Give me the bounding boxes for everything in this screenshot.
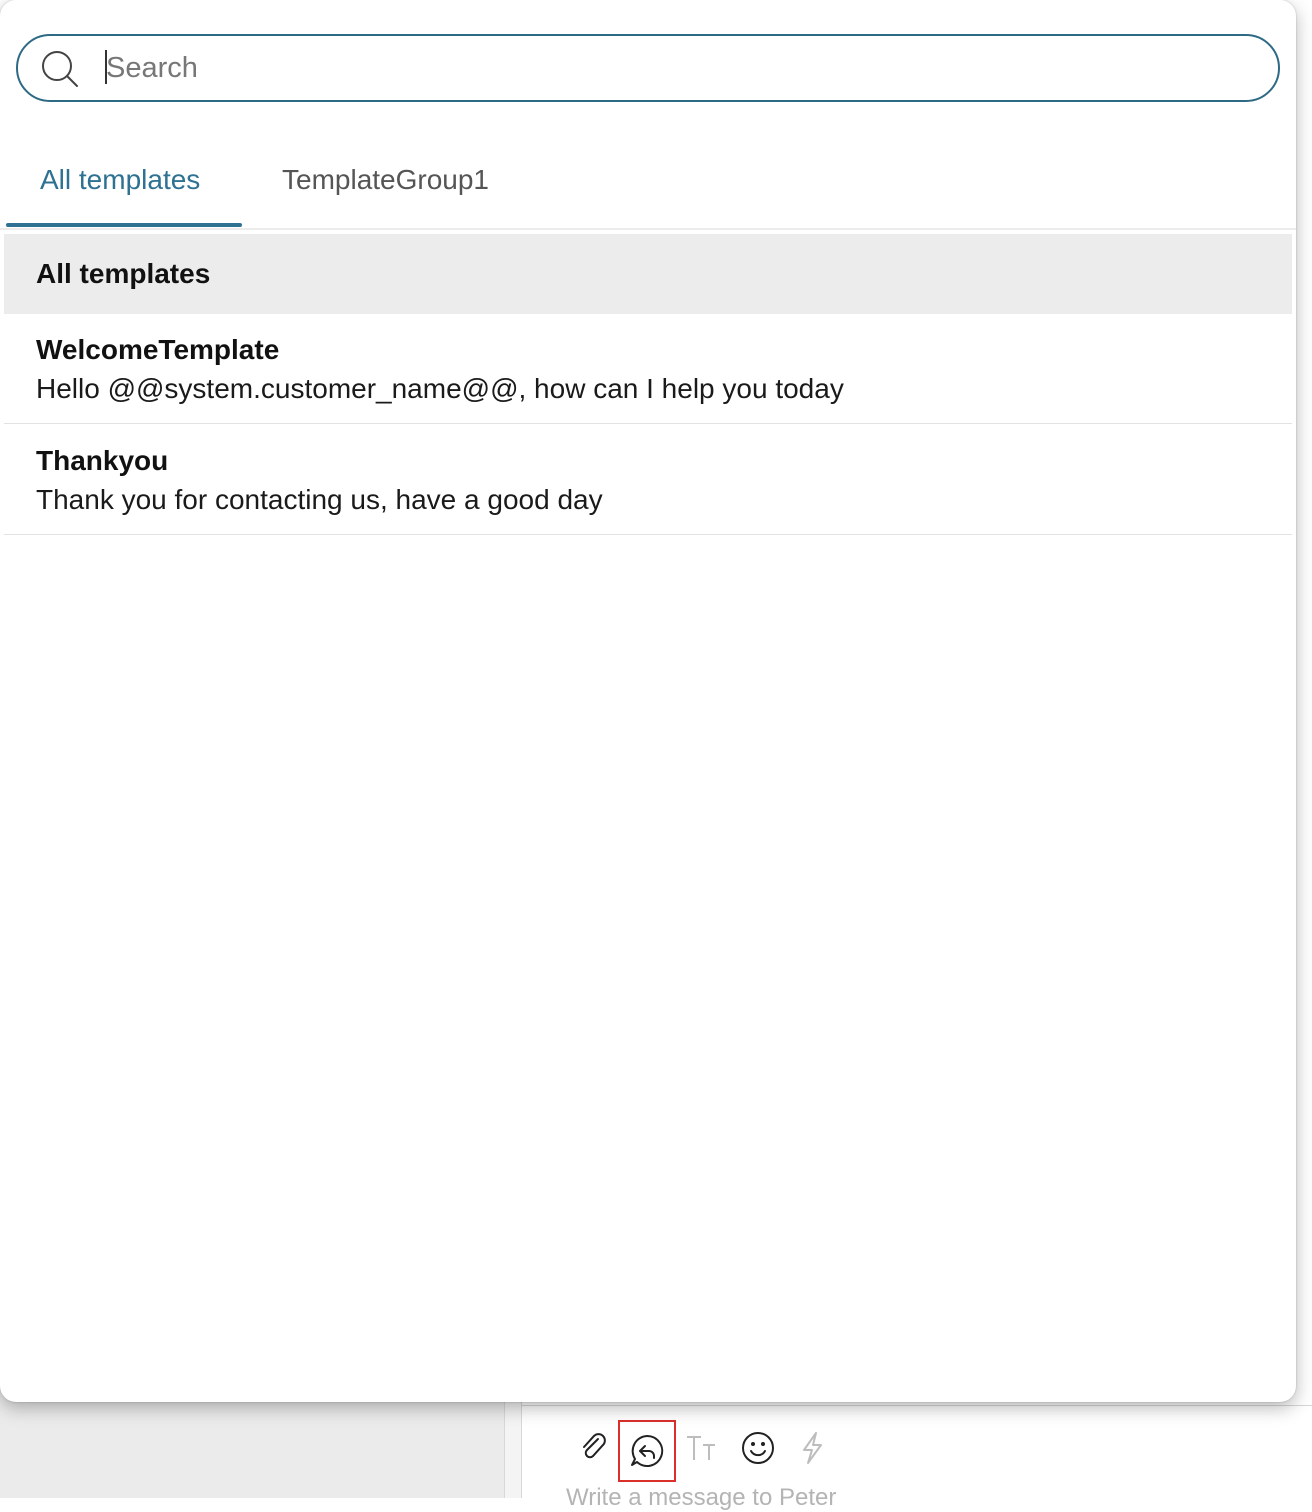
search-input[interactable] [106, 46, 1246, 90]
active-tab-indicator [6, 223, 242, 227]
template-body: Hello @@system.customer_name@@, how can … [36, 373, 844, 404]
lightning-icon [803, 1432, 822, 1464]
template-item-thankyou[interactable]: Thankyou Thank you for contacting us, ha… [4, 425, 1292, 535]
template-body: Thank you for contacting us, have a good… [36, 484, 603, 515]
attach-button[interactable] [576, 1430, 612, 1466]
emoji-button[interactable] [740, 1430, 776, 1466]
templates-button[interactable] [618, 1420, 676, 1482]
text-cursor [105, 50, 107, 84]
group-header-label: All templates [36, 258, 211, 289]
paperclip-icon [583, 1433, 606, 1459]
emoji-icon [742, 1432, 774, 1464]
text-format-button[interactable] [684, 1430, 720, 1466]
quick-action-button[interactable] [794, 1430, 830, 1466]
search-box[interactable] [16, 34, 1280, 102]
group-header: All templates [4, 234, 1292, 314]
search-icon [42, 51, 78, 87]
tab-all-templates[interactable]: All templates [40, 164, 200, 196]
tab-templategroup1[interactable]: TemplateGroup1 [282, 164, 489, 196]
template-item-welcome[interactable]: WelcomeTemplate Hello @@system.customer_… [4, 314, 1292, 424]
tabs-divider [0, 228, 1296, 230]
template-name: WelcomeTemplate [36, 334, 280, 365]
templates-popover: All templates TemplateGroup1 All templat… [0, 0, 1296, 1402]
message-composer: Write a message to Peter [522, 1405, 1312, 1511]
template-reply-icon [631, 1434, 664, 1467]
template-name: Thankyou [36, 445, 169, 476]
composer-placeholder[interactable]: Write a message to Peter [566, 1484, 836, 1512]
text-format-icon [687, 1436, 715, 1460]
template-tabs: All templates TemplateGroup1 [0, 140, 1296, 230]
